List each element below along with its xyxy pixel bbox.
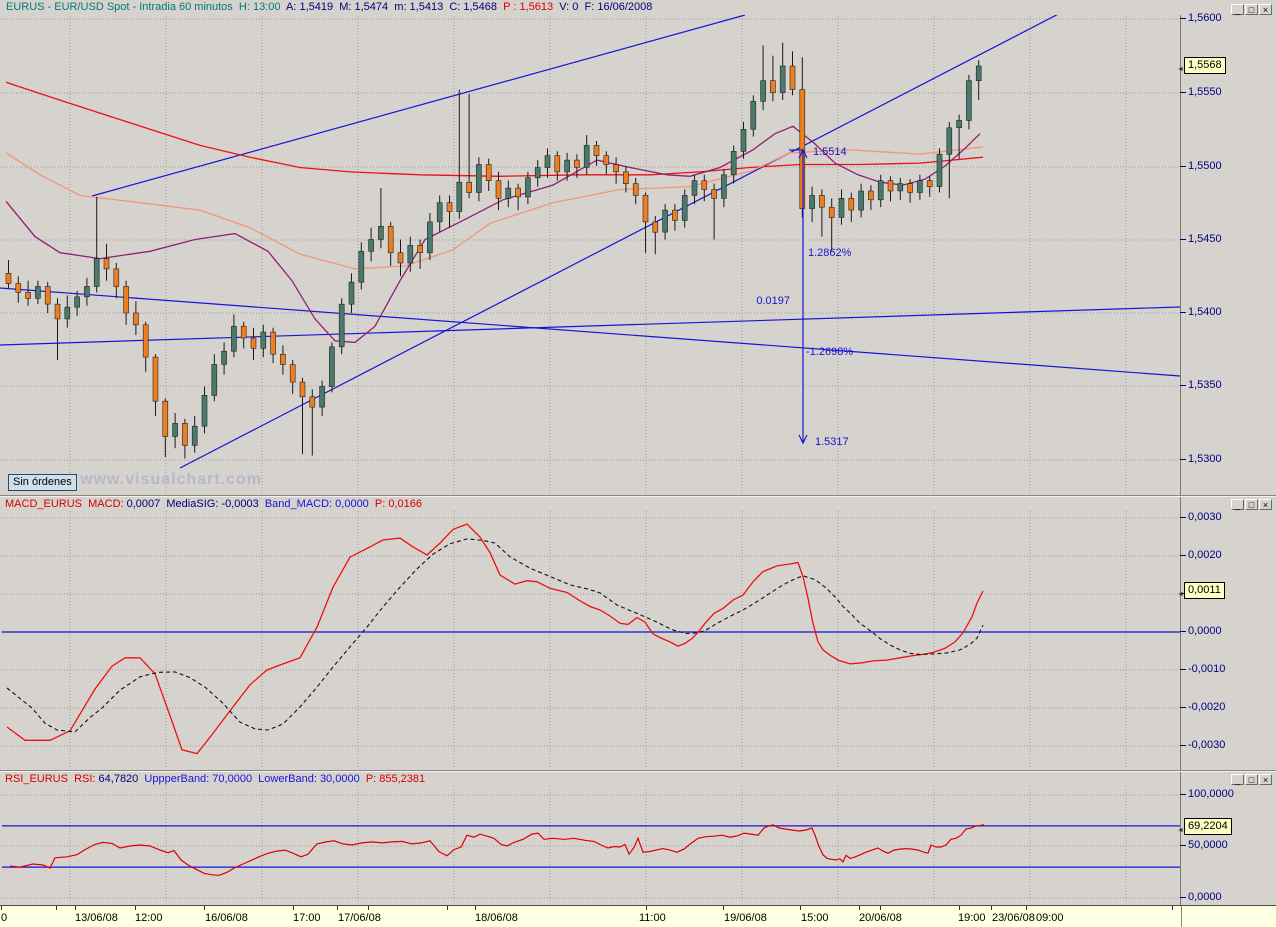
header-segment: 64,7820 <box>98 773 145 785</box>
header-segment: MACD: <box>88 498 127 510</box>
header-segment: -0,0003 <box>221 498 265 510</box>
price-panel-window-buttons: _ □ × <box>1231 4 1272 15</box>
axis-tick <box>475 906 476 910</box>
close-button[interactable]: × <box>1259 4 1272 15</box>
header-segment: m: 1,5413 <box>394 1 450 13</box>
no-orders-badge[interactable]: Sin órdenes <box>8 474 77 491</box>
header-segment: 30,0000 <box>319 773 366 785</box>
header-segment: 0,0000 <box>335 498 375 510</box>
header-segment: F: 16/06/2008 <box>584 1 653 13</box>
axis-tick <box>204 906 205 910</box>
axis-tick <box>135 906 136 910</box>
time-axis-label: 09:00 <box>1036 912 1064 924</box>
axis-tick <box>75 906 76 910</box>
chart-title-bar: EURUS - EUR/USD Spot - Intradia 60 minut… <box>0 0 1276 15</box>
last-value-tag: ◄ 1,5568 <box>1177 57 1226 74</box>
time-axis-label: 17/06/08 <box>338 912 381 924</box>
close-button[interactable]: × <box>1259 774 1272 785</box>
axis-tick <box>959 906 960 910</box>
last-value-tag: ◄ 0,0011 <box>1177 582 1225 599</box>
panel-separator[interactable] <box>0 770 1276 772</box>
maximize-button[interactable]: □ <box>1245 499 1258 510</box>
header-segment: UppperBand: <box>144 773 213 785</box>
rsi-panel-window-buttons: _ □ × <box>1231 774 1272 785</box>
rsi-header: RSI_EURUS RSI: 64,7820 UppperBand: 70,00… <box>5 773 425 785</box>
maximize-button[interactable]: □ <box>1245 774 1258 785</box>
header-segment: MediaSIG: <box>166 498 222 510</box>
axis-tick <box>800 906 801 910</box>
visualchart-watermark: www.visualchart.com <box>80 471 263 488</box>
header-segment: 70,0000 <box>212 773 259 785</box>
header-segment: 0,0007 <box>126 498 167 510</box>
axis-tick <box>1026 906 1027 910</box>
axis-tick <box>1172 906 1173 910</box>
axis-tick <box>646 906 647 910</box>
header-segment: C: 1,5468 <box>449 1 504 13</box>
axis-tick <box>1 906 2 910</box>
axis-tick <box>991 906 992 910</box>
axis-tick <box>723 906 724 910</box>
visual-chart-window: EURUS - EUR/USD Spot - Intradia 60 minut… <box>0 0 1276 927</box>
header-segment: V: 0 <box>559 1 585 13</box>
header-segment: P : 1,5613 <box>503 1 560 13</box>
header-segment: 0,0166 <box>388 498 423 510</box>
time-axis-label: 20/06/08 <box>859 912 902 924</box>
header-segment: EURUS - EUR/USD Spot - Intradia 60 minut… <box>6 1 239 13</box>
panel-separator[interactable] <box>0 495 1276 497</box>
tag-arrow-icon: ◄ <box>1177 591 1184 598</box>
tag-arrow-icon: ◄ <box>1177 66 1184 73</box>
macd-header: MACD_EURUS MACD: 0,0007 MediaSIG: -0,000… <box>5 498 422 510</box>
header-segment: Band_MACD: <box>264 498 336 510</box>
tag-arrow-icon: ◄ <box>1177 827 1184 834</box>
header-segment: RSI: <box>74 773 99 785</box>
time-axis-label: 18/06/08 <box>475 912 518 924</box>
time-axis-label: 11:00 <box>639 912 666 924</box>
maximize-button[interactable]: □ <box>1245 4 1258 15</box>
axis-tick <box>293 906 294 910</box>
time-axis-label: 12:00 <box>135 912 163 924</box>
time-axis-label: 23/06/08 <box>992 912 1035 924</box>
time-axis-label: 19/06/08 <box>724 912 767 924</box>
macd-panel-window-buttons: _ □ × <box>1231 499 1272 510</box>
time-axis-label: 15:00 <box>801 912 829 924</box>
last-value-tag: ◄ 69,2204 <box>1177 818 1232 835</box>
axis-divider <box>1181 906 1182 927</box>
time-axis-label: 0 <box>1 912 8 924</box>
time-axis[interactable]: 0 13/06/08 12:00 16/06/08 17:00 17/06/08 18/06… <box>0 905 1276 927</box>
header-segment: P: <box>365 773 380 785</box>
header-segment: LowerBand: <box>258 773 320 785</box>
axis-tick <box>447 906 448 910</box>
close-button[interactable]: × <box>1259 499 1272 510</box>
header-segment: MACD_EURUS <box>5 498 89 510</box>
header-segment: A: 1,5419 <box>286 1 340 13</box>
axis-tick <box>368 906 369 910</box>
axis-tick <box>880 906 881 910</box>
header-segment: RSI_EURUS <box>5 773 75 785</box>
time-axis-label: 13/06/08 <box>75 912 118 924</box>
axis-tick <box>859 906 860 910</box>
minimize-button[interactable]: _ <box>1231 499 1244 510</box>
header-segment: 855,2381 <box>379 773 426 785</box>
time-axis-label: 19:00 <box>958 912 986 924</box>
axis-tick <box>337 906 338 910</box>
header-segment: P: <box>374 498 389 510</box>
header-segment: H: 13:00 <box>238 1 287 13</box>
time-axis-label: 16/06/08 <box>205 912 248 924</box>
minimize-button[interactable]: _ <box>1231 774 1244 785</box>
header-segment: M: 1,5474 <box>339 1 395 13</box>
minimize-button[interactable]: _ <box>1231 4 1244 15</box>
time-axis-label: 17:00 <box>293 912 321 924</box>
axis-tick <box>56 906 57 910</box>
